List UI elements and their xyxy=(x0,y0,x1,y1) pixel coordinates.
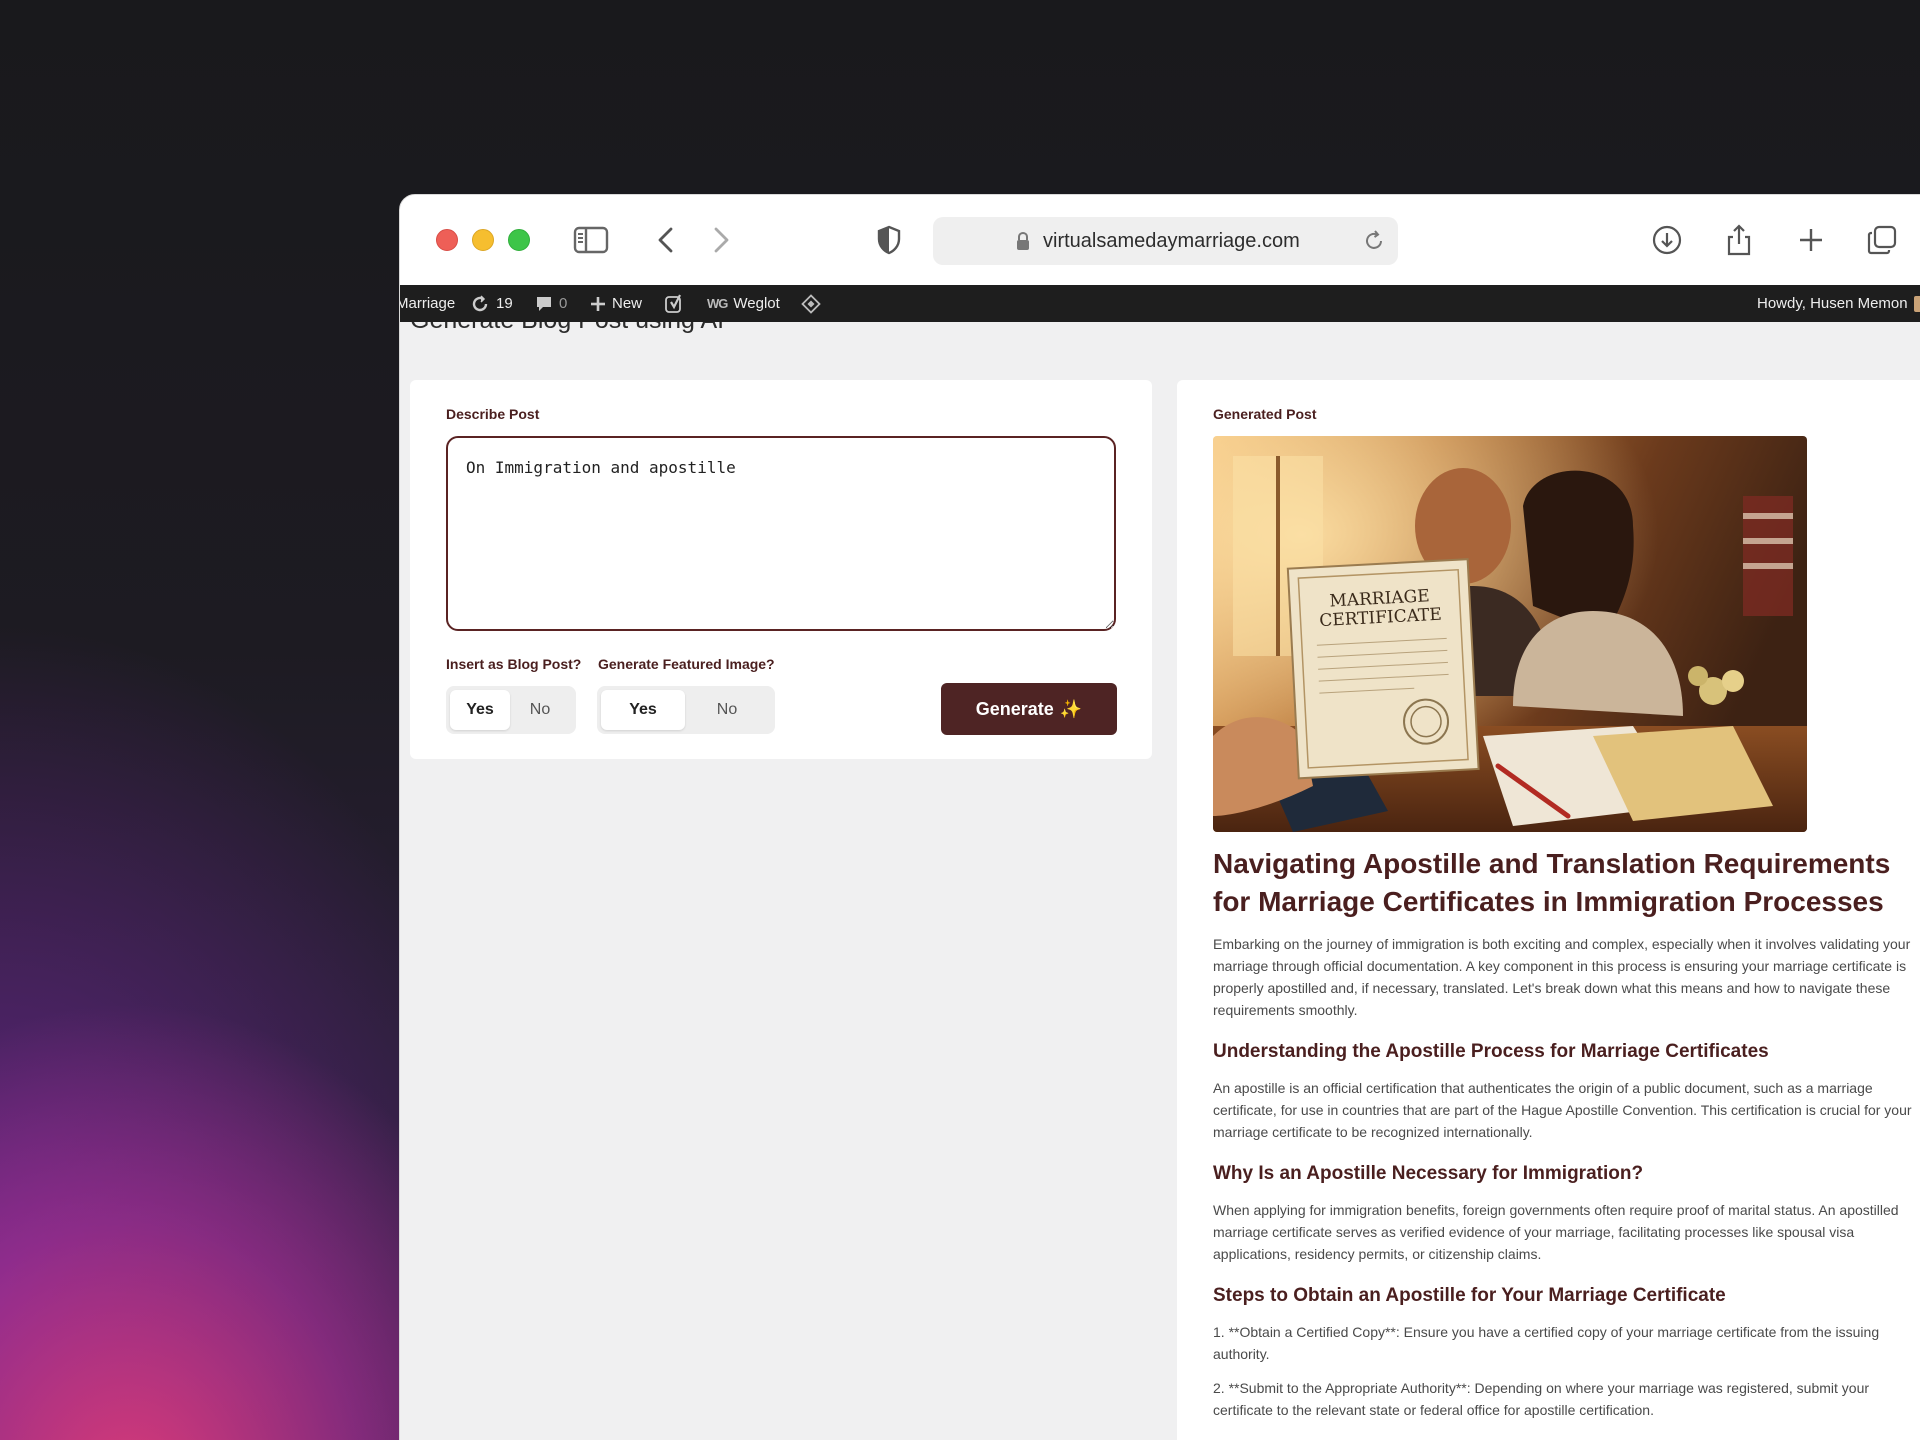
generated-post-label: Generated Post xyxy=(1213,406,1317,422)
zoom-window-button[interactable] xyxy=(508,229,530,251)
back-arrow-icon[interactable] xyxy=(644,219,686,261)
generate-form-card: Describe Post On Immigration and apostil… xyxy=(410,380,1152,759)
admin-bar-updates[interactable]: 19 xyxy=(470,285,513,322)
updates-icon xyxy=(472,294,488,311)
generated-post-card: Generated Post MARRIAGE CERTIFICATE Navi… xyxy=(1177,380,1920,1440)
new-tab-plus-icon[interactable] xyxy=(1790,219,1832,261)
insert-no-button[interactable]: No xyxy=(510,690,570,730)
minimize-window-button[interactable] xyxy=(472,229,494,251)
post-heading-1: Understanding the Apostille Process for … xyxy=(1213,1041,1769,1062)
admin-page-content: Generate Blog Post using AI Describe Pos… xyxy=(400,322,1920,1440)
insert-blog-post-label: Insert as Blog Post? xyxy=(446,656,582,672)
lock-icon xyxy=(1015,231,1031,257)
tab-overview-icon[interactable] xyxy=(1861,219,1903,261)
generate-image-toggle: Yes No xyxy=(597,686,775,734)
post-paragraph-1: An apostille is an official certificatio… xyxy=(1213,1080,1912,1140)
admin-bar-new[interactable]: New xyxy=(590,285,642,322)
featured-image: MARRIAGE CERTIFICATE xyxy=(1213,436,1807,832)
plus-icon xyxy=(591,296,605,311)
post-step-2: 2. **Submit to the Appropriate Authority… xyxy=(1213,1380,1870,1418)
diamond-plugin-icon[interactable] xyxy=(801,285,821,322)
browser-toolbar: virtualsamedaymarriage.com xyxy=(400,195,1920,285)
generated-post-title: Navigating Apostille and Translation Req… xyxy=(1213,848,1891,917)
forward-arrow-icon[interactable] xyxy=(701,219,743,261)
post-step-1: 1. **Obtain a Certified Copy**: Ensure y… xyxy=(1213,1324,1880,1362)
privacy-shield-icon[interactable] xyxy=(868,219,910,261)
address-bar[interactable]: virtualsamedaymarriage.com xyxy=(933,217,1398,265)
post-heading-3: Steps to Obtain an Apostille for Your Ma… xyxy=(1213,1285,1726,1306)
downloads-icon[interactable] xyxy=(1646,219,1688,261)
new-label: New xyxy=(612,295,643,312)
post-paragraph-2: When applying for immigration benefits, … xyxy=(1213,1202,1899,1262)
wp-admin-bar: Marriage 19 0 New WG Weglot Howdy, Husen… xyxy=(400,285,1920,322)
url-text: virtualsamedaymarriage.com xyxy=(1043,230,1300,252)
admin-bar-account[interactable]: Howdy, Husen Memon xyxy=(1757,285,1920,322)
admin-bar-site-name[interactable]: Marriage xyxy=(400,285,455,322)
comments-icon xyxy=(537,296,551,311)
page-title: Generate Blog Post using AI xyxy=(410,322,724,335)
generate-image-label: Generate Featured Image? xyxy=(598,656,775,672)
insert-yes-button[interactable]: Yes xyxy=(450,690,510,730)
comments-count: 0 xyxy=(559,295,568,312)
sidebar-toggle-icon[interactable] xyxy=(570,219,612,261)
describe-post-label: Describe Post xyxy=(446,406,540,422)
post-heading-2: Why Is an Apostille Necessary for Immigr… xyxy=(1213,1163,1644,1184)
yoast-seo-icon[interactable] xyxy=(665,285,685,322)
admin-bar-weglot[interactable]: WG Weglot xyxy=(707,285,780,322)
generate-button[interactable]: Generate ✨ xyxy=(941,683,1117,735)
describe-post-textarea[interactable]: On Immigration and apostille xyxy=(446,436,1116,631)
weglot-label: Weglot xyxy=(733,295,780,312)
insert-blog-post-toggle: Yes No xyxy=(446,686,576,734)
sparkle-icon: ✨ xyxy=(1059,698,1083,719)
admin-bar-comments[interactable]: 0 xyxy=(535,285,567,322)
weglot-logo: WG xyxy=(707,296,728,311)
browser-window: virtualsamedaymarriage.com Marriage 19 0 xyxy=(399,194,1920,1440)
reload-icon[interactable] xyxy=(1362,229,1386,259)
howdy-greeting: Howdy, Husen Memon xyxy=(1757,295,1908,312)
share-icon[interactable] xyxy=(1718,219,1760,261)
generate-label: Generate xyxy=(975,698,1054,719)
avatar xyxy=(1913,295,1920,312)
image-no-button[interactable]: No xyxy=(685,690,769,730)
image-yes-button[interactable]: Yes xyxy=(601,690,685,730)
post-intro: Embarking on the journey of immigration … xyxy=(1213,936,1911,1018)
generated-post-body: Embarking on the journey of immigration … xyxy=(1213,933,1919,1433)
close-window-button[interactable] xyxy=(436,229,458,251)
updates-count: 19 xyxy=(496,295,513,312)
